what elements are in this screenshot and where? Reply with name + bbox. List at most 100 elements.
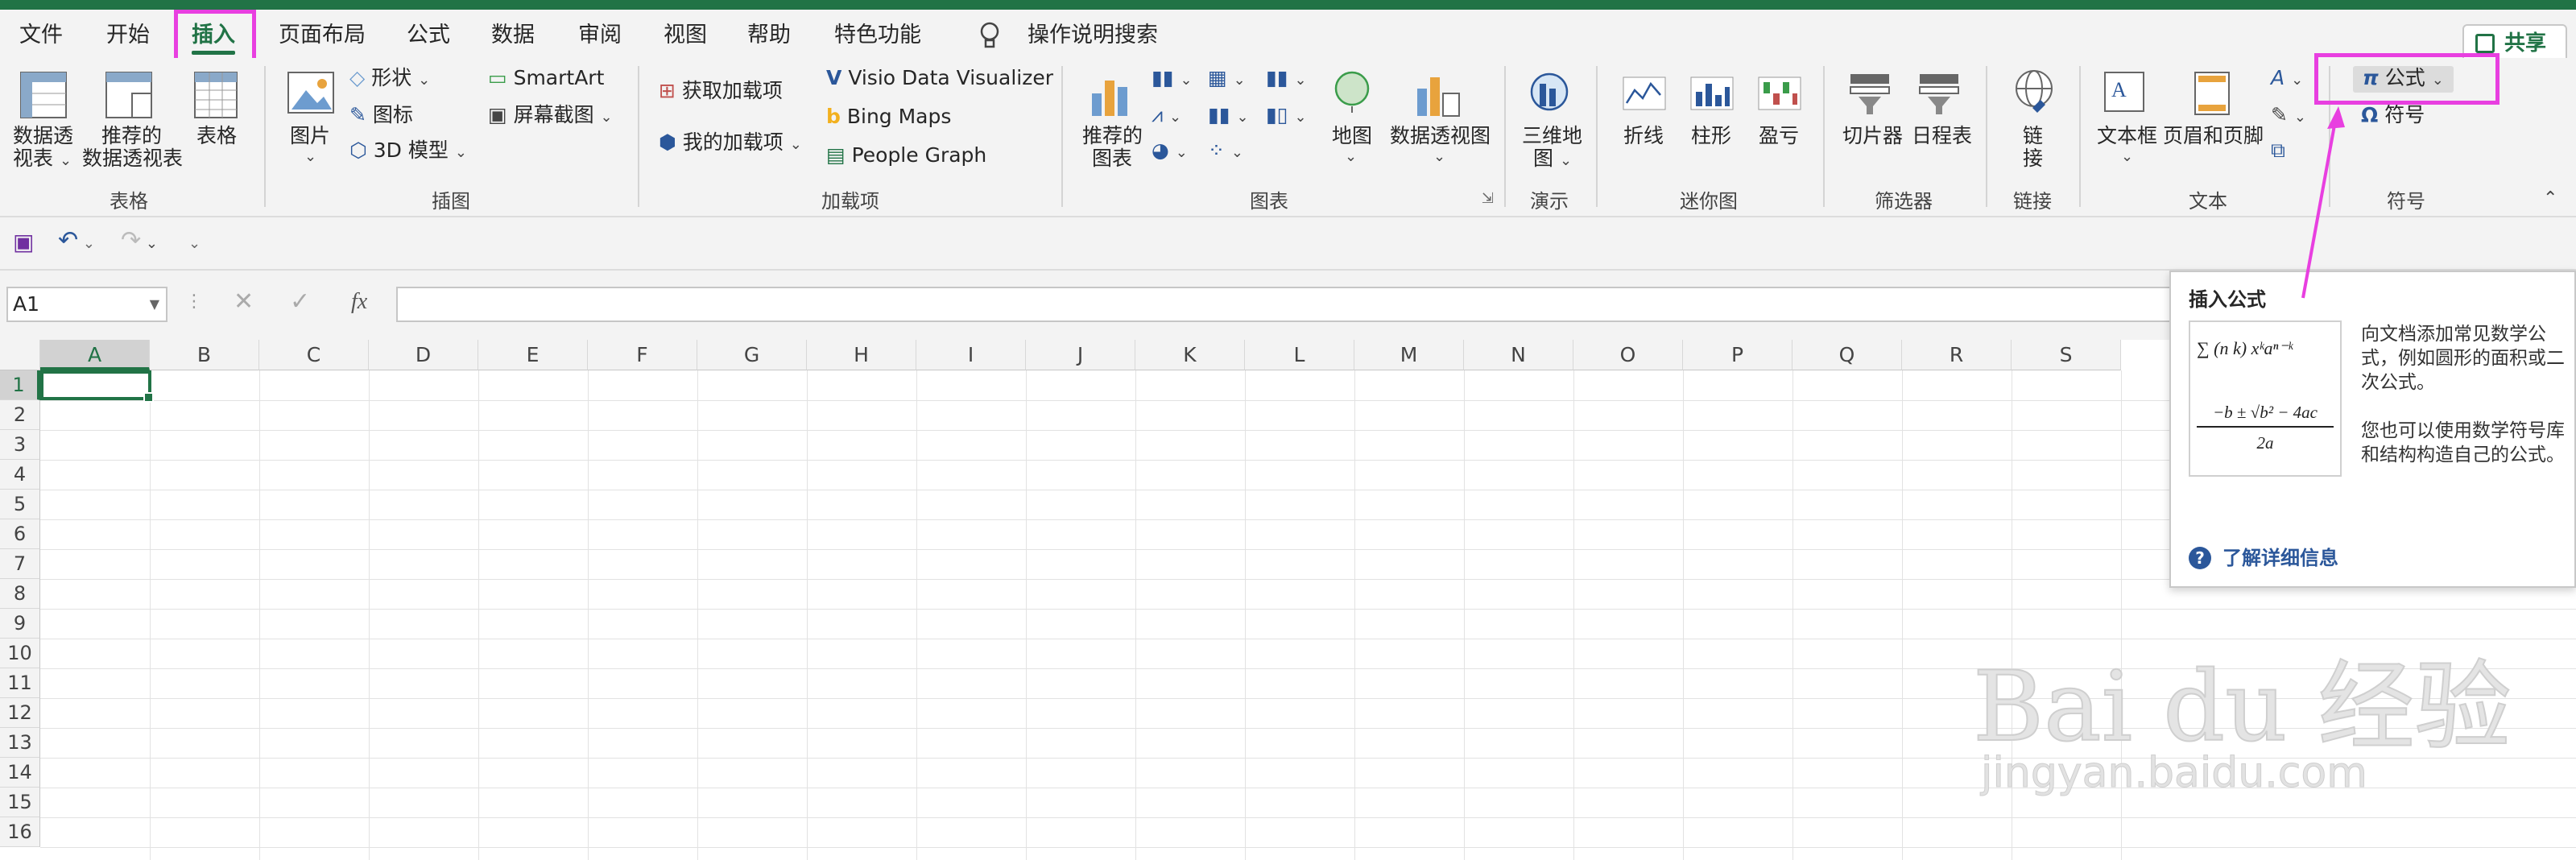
cancel-icon[interactable]: ✕ — [234, 290, 254, 314]
collapse-ribbon-icon[interactable]: ⌃ — [2543, 187, 2557, 211]
slicer-label[interactable]: 切片器 — [1842, 124, 1903, 148]
column-header[interactable]: R — [1902, 340, 2012, 370]
header-footer-label[interactable]: 页眉和页脚 — [2163, 124, 2264, 148]
row-header[interactable]: 6 — [0, 519, 40, 549]
row-header[interactable]: 14 — [0, 758, 40, 788]
row-header[interactable]: 5 — [0, 490, 40, 519]
table-button-label[interactable]: 表格 — [196, 124, 237, 148]
3d-model-button[interactable]: ⬡ 3D 模型 ⌄ — [349, 139, 467, 165]
column-header[interactable]: M — [1354, 340, 1464, 370]
row-header[interactable]: 8 — [0, 579, 40, 609]
tab-home[interactable]: 开始 — [106, 18, 150, 53]
link-label-b[interactable]: 接 — [2023, 147, 2043, 171]
row-header[interactable]: 15 — [0, 788, 40, 817]
column-header[interactable]: L — [1245, 340, 1354, 370]
row-header[interactable]: 7 — [0, 549, 40, 579]
tab-file[interactable]: 文件 — [19, 18, 63, 53]
chevron-down-icon[interactable]: ⌄ — [2121, 145, 2133, 169]
column-header[interactable]: K — [1135, 340, 1245, 370]
tab-help[interactable]: 帮助 — [747, 18, 791, 53]
name-box[interactable]: A1 ▼ — [6, 287, 167, 322]
redo-icon[interactable]: ↷ ⌄ — [121, 229, 158, 256]
3d-map-label-a[interactable]: 三维地 — [1522, 124, 1582, 148]
column-header[interactable]: O — [1573, 340, 1683, 370]
row-header[interactable]: 3 — [0, 430, 40, 460]
statistic-chart-button[interactable]: ▮▮ ⌄ — [1266, 66, 1307, 93]
chevron-down-icon[interactable]: ⌄ — [304, 145, 316, 169]
sparkline-winloss-label[interactable]: 盈亏 — [1759, 124, 1799, 148]
tell-me-search[interactable]: 操作说明搜索 — [1028, 18, 1158, 53]
tab-special[interactable]: 特色功能 — [834, 18, 921, 53]
row-header[interactable]: 13 — [0, 728, 40, 758]
pivottable-label-a[interactable]: 数据透 — [13, 124, 73, 148]
customize-qat-icon[interactable]: ⌄ — [188, 232, 201, 256]
shapes-button[interactable]: ◇ 形状 ⌄ — [349, 66, 430, 93]
column-header[interactable]: B — [150, 340, 259, 370]
column-header[interactable]: E — [478, 340, 588, 370]
recommended-charts-label-b[interactable]: 图表 — [1092, 147, 1132, 171]
pivottable-label-b[interactable]: 视表 ⌄ — [13, 147, 72, 173]
screenshot-button[interactable]: ▣ 屏幕截图 ⌄ — [488, 103, 613, 130]
row-header[interactable]: 2 — [0, 400, 40, 430]
my-addins-button[interactable]: ⬢ 我的加载项 ⌄ — [659, 130, 802, 157]
link-label-a[interactable]: 链 — [2023, 124, 2043, 148]
smartart-button[interactable]: ▭ SmartArt — [488, 66, 604, 90]
symbol-button[interactable]: Ω 符号 — [2361, 103, 2425, 127]
wordart-button[interactable]: A ⌄ — [2271, 66, 2303, 93]
enter-icon[interactable]: ✓ — [290, 290, 310, 314]
row-header[interactable]: 16 — [0, 817, 40, 847]
column-header[interactable]: G — [697, 340, 807, 370]
dialog-launcher-icon[interactable]: ⇲ — [1482, 187, 1494, 211]
row-header[interactable]: 10 — [0, 639, 40, 668]
line-chart-button[interactable]: ⩘ ⌄ — [1152, 103, 1181, 130]
column-header[interactable]: P — [1683, 340, 1792, 370]
sparkline-column-label[interactable]: 柱形 — [1691, 124, 1731, 148]
row-header[interactable]: 1 — [0, 370, 40, 400]
recommended-pivot-label-b[interactable]: 数据透视表 — [82, 147, 183, 171]
column-header[interactable]: F — [588, 340, 697, 370]
visio-button[interactable]: V Visio Data Visualizer — [826, 66, 1053, 90]
insert-function-icon[interactable]: fx — [351, 290, 367, 314]
tab-page-layout[interactable]: 页面布局 — [279, 18, 366, 53]
people-graph-button[interactable]: ▤ People Graph — [826, 143, 986, 167]
column-header[interactable]: C — [259, 340, 369, 370]
row-header[interactable]: 4 — [0, 460, 40, 490]
sparkline-line-label[interactable]: 折线 — [1623, 124, 1664, 148]
combo-chart-button[interactable]: ▮▮ ⌄ — [1208, 103, 1249, 130]
waterfall-chart-button[interactable]: ▮▯ ⌄ — [1266, 103, 1307, 130]
bing-maps-button[interactable]: b Bing Maps — [826, 105, 951, 129]
column-header[interactable]: A — [40, 340, 150, 370]
3d-map-label-b[interactable]: 图 ⌄ — [1533, 147, 1572, 173]
object-button[interactable]: ⧉ — [2271, 139, 2285, 163]
column-header[interactable]: I — [916, 340, 1026, 370]
recommended-charts-label-a[interactable]: 推荐的 — [1082, 124, 1143, 148]
column-header[interactable]: H — [807, 340, 916, 370]
column-header[interactable]: S — [2012, 340, 2121, 370]
tab-data[interactable]: 数据 — [491, 18, 535, 53]
row-header[interactable]: 11 — [0, 668, 40, 698]
column-chart-button[interactable]: ▮▮ ⌄ — [1152, 66, 1193, 93]
column-header[interactable]: N — [1464, 340, 1573, 370]
active-cell[interactable] — [40, 370, 154, 403]
column-header[interactable]: D — [369, 340, 478, 370]
chevron-down-icon[interactable]: ⌄ — [1345, 145, 1357, 169]
row-header[interactable]: 9 — [0, 609, 40, 639]
pie-chart-button[interactable]: ◕ ⌄ — [1152, 139, 1188, 165]
tab-formulas[interactable]: 公式 — [407, 18, 450, 53]
hierarchy-chart-button[interactable]: ▦ ⌄ — [1208, 66, 1246, 93]
tab-view[interactable]: 视图 — [664, 18, 707, 53]
row-header[interactable]: 12 — [0, 698, 40, 728]
scatter-chart-button[interactable]: ⁘ ⌄ — [1208, 139, 1243, 165]
column-header[interactable]: Q — [1792, 340, 1902, 370]
icons-button[interactable]: ✎ 图标 — [349, 103, 413, 127]
get-addins-button[interactable]: ⊞ 获取加载项 — [659, 79, 783, 103]
timeline-label[interactable]: 日程表 — [1912, 124, 1972, 148]
chevron-down-icon[interactable]: ⌄ — [1433, 145, 1445, 169]
learn-more-link[interactable]: ? 了解详细信息 — [2189, 546, 2338, 570]
undo-icon[interactable]: ↶ ⌄ — [58, 229, 95, 256]
save-icon[interactable]: ▣ — [13, 230, 34, 254]
select-all-corner[interactable] — [0, 340, 40, 370]
recommended-pivot-label-a[interactable]: 推荐的 — [101, 124, 162, 148]
column-header[interactable]: J — [1026, 340, 1135, 370]
tab-review[interactable]: 审阅 — [578, 18, 622, 53]
